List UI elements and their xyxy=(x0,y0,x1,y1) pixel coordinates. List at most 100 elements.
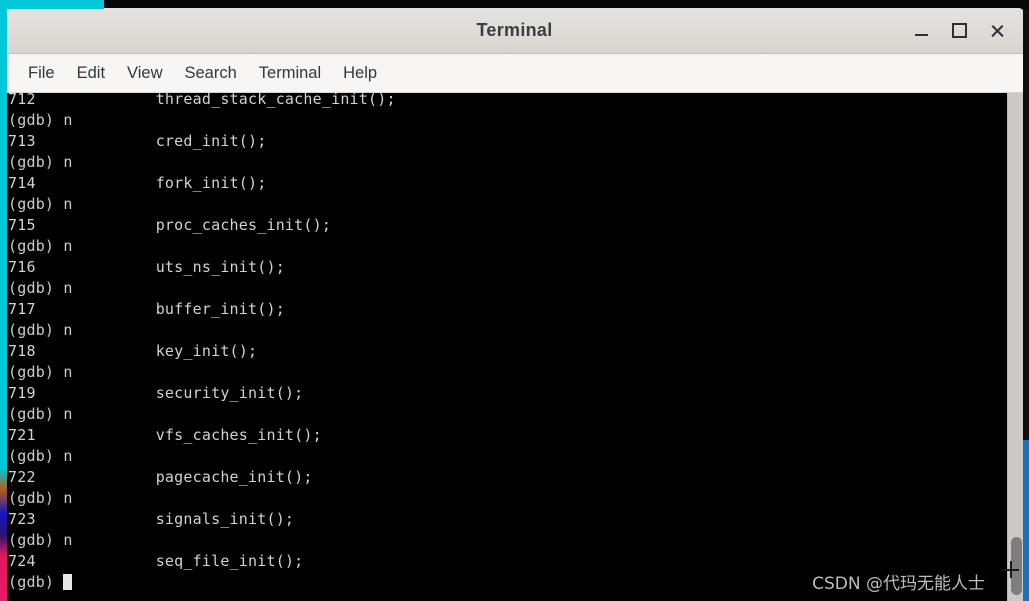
minimize-icon xyxy=(914,34,928,36)
terminal-cursor xyxy=(63,574,73,590)
terminal-source-line: 719 security_init(); xyxy=(8,383,396,404)
menu-item-help[interactable]: Help xyxy=(332,60,388,87)
menu-item-file[interactable]: File xyxy=(17,60,66,87)
watermark: CSDN @代玛无能人士 xyxy=(812,574,985,594)
terminal-body: 712 thread_stack_cache_init(); (gdb) n 713… xyxy=(4,93,1025,601)
source-line-number: 717 xyxy=(8,300,36,318)
source-line-padding xyxy=(36,174,156,192)
prompt-text: (gdb) n xyxy=(8,405,73,423)
scrollbar-thumb[interactable] xyxy=(1011,537,1022,595)
prompt-text: (gdb) xyxy=(8,573,64,591)
menu-bar: File Edit View Search Terminal Help xyxy=(4,54,1025,93)
prompt-text: (gdb) n xyxy=(8,489,73,507)
source-line-code: cred_init(); xyxy=(155,132,267,150)
source-line-padding xyxy=(36,342,156,360)
terminal-source-line: 724 seq_file_init(); xyxy=(8,551,396,572)
source-line-padding xyxy=(36,300,156,318)
terminal-source-line: 722 pagecache_init(); xyxy=(8,467,396,488)
terminal-prompt-line: (gdb) n xyxy=(8,446,396,467)
terminal-prompt-line: (gdb) n xyxy=(8,320,396,341)
terminal-window: Terminal File Edit View Search Terminal … xyxy=(4,8,1025,601)
close-icon xyxy=(990,24,1004,38)
terminal-prompt-line: (gdb) n xyxy=(8,362,396,383)
source-line-padding xyxy=(36,426,156,444)
minimize-button[interactable] xyxy=(903,15,939,47)
window-title: Terminal xyxy=(476,20,553,40)
maximize-button[interactable] xyxy=(941,15,977,47)
source-line-padding xyxy=(36,93,156,108)
source-line-number: 719 xyxy=(8,384,36,402)
source-line-code: security_init(); xyxy=(155,384,304,402)
menu-item-terminal[interactable]: Terminal xyxy=(248,60,332,87)
prompt-text: (gdb) n xyxy=(8,153,73,171)
terminal-source-line: 716 uts_ns_init(); xyxy=(8,257,396,278)
source-line-number: 722 xyxy=(8,468,36,486)
source-line-number: 712 xyxy=(8,93,36,108)
terminal-source-line: 718 key_init(); xyxy=(8,341,396,362)
source-line-number: 714 xyxy=(8,174,36,192)
prompt-text: (gdb) n xyxy=(8,111,73,129)
desktop-accent-left-strip xyxy=(0,0,7,601)
terminal-prompt-line: (gdb) n xyxy=(8,278,396,299)
desktop-edge-dark-strip xyxy=(1023,9,1029,440)
prompt-text: (gdb) n xyxy=(8,531,73,549)
background-window-ghost-text xyxy=(170,0,213,8)
source-line-number: 718 xyxy=(8,342,36,360)
source-line-number: 721 xyxy=(8,426,36,444)
terminal-source-line: 721 vfs_caches_init(); xyxy=(8,425,396,446)
terminal-output: 712 thread_stack_cache_init(); (gdb) n 713… xyxy=(8,93,396,593)
menu-item-view[interactable]: View xyxy=(116,60,173,87)
terminal-prompt-line: (gdb) n xyxy=(8,404,396,425)
menu-item-search[interactable]: Search xyxy=(174,60,248,87)
source-line-code: fork_init(); xyxy=(155,174,267,192)
terminal-prompt-line: (gdb) n xyxy=(8,194,396,215)
terminal-prompt-line: (gdb) n xyxy=(8,236,396,257)
prompt-text: (gdb) n xyxy=(8,195,73,213)
terminal-prompt-line: (gdb) n xyxy=(8,530,396,551)
terminal-source-line: 714 fork_init(); xyxy=(8,173,396,194)
terminal-prompt-line: (gdb) n xyxy=(8,152,396,173)
terminal-source-line: 712 thread_stack_cache_init(); xyxy=(8,93,396,110)
source-line-number: 713 xyxy=(8,132,36,150)
prompt-text: (gdb) n xyxy=(8,363,73,381)
prompt-text: (gdb) n xyxy=(8,279,73,297)
desktop-accent-right-strip xyxy=(1023,440,1029,601)
terminal-source-line: 713 cred_init(); xyxy=(8,131,396,152)
source-line-padding xyxy=(36,132,156,150)
terminal-prompt-line: (gdb) n xyxy=(8,110,396,131)
terminal-screen[interactable]: 712 thread_stack_cache_init(); (gdb) n 713… xyxy=(4,93,1007,601)
title-bar[interactable]: Terminal xyxy=(4,8,1025,54)
prompt-text: (gdb) n xyxy=(8,237,73,255)
terminal-source-line: 715 proc_caches_init(); xyxy=(8,215,396,236)
source-line-padding xyxy=(36,552,156,570)
window-controls xyxy=(903,8,1015,53)
source-line-code: vfs_caches_init(); xyxy=(155,426,322,444)
terminal-prompt-line: (gdb) n xyxy=(8,488,396,509)
source-line-code: key_init(); xyxy=(155,342,258,360)
terminal-source-line: 723 signals_init(); xyxy=(8,509,396,530)
maximize-icon xyxy=(951,23,967,38)
source-line-code: signals_init(); xyxy=(155,510,295,528)
source-line-padding xyxy=(36,468,156,486)
prompt-text: (gdb) n xyxy=(8,447,73,465)
prompt-text: (gdb) n xyxy=(8,321,73,339)
desktop-accent-top-left xyxy=(0,0,104,9)
source-line-padding xyxy=(36,510,156,528)
terminal-source-line: 717 buffer_init(); xyxy=(8,299,396,320)
source-line-code: proc_caches_init(); xyxy=(155,216,332,234)
source-line-padding xyxy=(36,216,156,234)
source-line-code: pagecache_init(); xyxy=(155,468,313,486)
source-line-code: buffer_init(); xyxy=(155,300,285,318)
source-line-number: 724 xyxy=(8,552,36,570)
source-line-number: 716 xyxy=(8,258,36,276)
source-line-code: uts_ns_init(); xyxy=(155,258,285,276)
source-line-number: 723 xyxy=(8,510,36,528)
source-line-number: 715 xyxy=(8,216,36,234)
source-line-code: seq_file_init(); xyxy=(155,552,304,570)
close-button[interactable] xyxy=(979,15,1015,47)
menu-item-edit[interactable]: Edit xyxy=(66,60,116,87)
source-line-padding xyxy=(36,384,156,402)
terminal-active-prompt-line: (gdb) xyxy=(8,572,396,593)
source-line-code: thread_stack_cache_init(); xyxy=(155,93,396,108)
source-line-padding xyxy=(36,258,156,276)
